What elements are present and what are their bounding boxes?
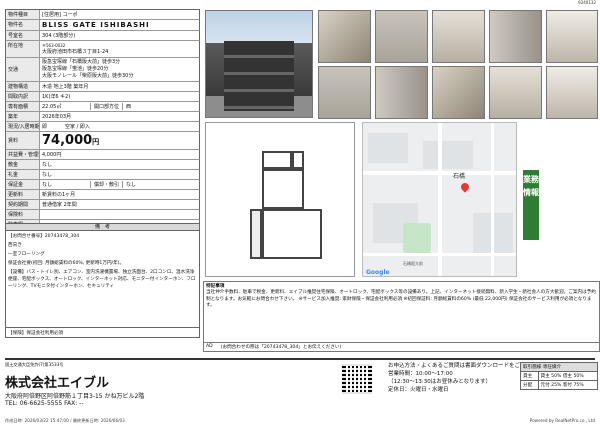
ad-label: AD xyxy=(206,344,213,349)
location-label: 所在地 xyxy=(6,41,40,57)
guarantee-value: なし xyxy=(42,182,53,188)
room-photo[interactable] xyxy=(375,10,428,63)
business-info-tab[interactable]: 業務情報 xyxy=(523,170,539,240)
conditions-label: 貸主 xyxy=(520,371,539,381)
area-map[interactable]: 石橋 石橋阪大前 Google xyxy=(362,122,517,277)
rent-unit: 円 xyxy=(92,138,100,146)
type-value: [住居用] コーポ xyxy=(42,12,78,18)
ad-text: (お問合わせの際は「20743478_304」とお伝えください) xyxy=(220,345,342,350)
remarks-line: 【お問合せ番号】20743478_304 xyxy=(8,234,80,239)
renew-value: 新賃料の1ヶ月 xyxy=(42,192,76,198)
kitchen xyxy=(262,169,304,209)
building-photo[interactable] xyxy=(205,10,313,118)
company-address: 大阪府阿倍野区阿倍野筋１丁目3-15 かね万ビル2階 xyxy=(5,393,145,400)
document-id: 9240132 xyxy=(578,0,596,5)
built-value: 2026年03月 xyxy=(42,114,72,120)
conditions-label: 分配 xyxy=(520,380,539,390)
room-photo[interactable] xyxy=(546,66,598,119)
room-photo[interactable] xyxy=(432,10,485,63)
created-date: 作成日時: 2026/03/22 15:47:00 / 最終更新日時: 2026… xyxy=(5,418,125,423)
room-photo[interactable] xyxy=(432,66,485,119)
guarantee-label: 保証金 xyxy=(6,180,40,189)
area-label: 専有面積 xyxy=(6,102,40,111)
conditions-title: 取引態様 専任媒介 xyxy=(520,362,598,372)
key-money-value: なし xyxy=(42,172,53,178)
traffic-label: 交通 xyxy=(6,58,40,81)
room-photo[interactable] xyxy=(489,10,542,63)
room-photo[interactable] xyxy=(546,10,598,63)
powered-by: Powered by RealNetPro.co., Ltd xyxy=(529,418,595,423)
room-photo[interactable] xyxy=(375,66,428,119)
amort-label: 償却・敷引 xyxy=(90,181,122,188)
map-place-label: 石橋 xyxy=(453,173,466,180)
status-value: 即 xyxy=(42,124,48,130)
traffic-line: 阪急宝塚線「蛍池」徒歩20分 xyxy=(42,66,109,72)
notes-text: 当社仲介手数料、駐車で税金、更新料、エイブル推奨住宅保険、オートロック、宅配ボッ… xyxy=(206,290,596,308)
ad-row: AD (お問合わせの際は「20743478_304」とお伝えください) xyxy=(203,343,600,352)
map-credit: Google xyxy=(366,269,390,276)
mgmt-value: 4,000円 xyxy=(42,152,62,158)
structure-value: 木造 地上3階 築年月 xyxy=(42,84,89,90)
insurance-label: 保険料 xyxy=(6,210,40,219)
insurance-value xyxy=(40,210,199,219)
layout-label: 間取内訳 xyxy=(6,92,40,101)
area-value: 22.05㎡ xyxy=(42,104,62,110)
contract-label: 契約期間 xyxy=(6,200,40,209)
property-table: 物件種目 [住居用] コーポ 物件名 BLISS GATE ISHIBASHI 号室… xyxy=(5,9,200,230)
amort-value: なし xyxy=(122,181,139,188)
contract-value: 普通借家 2年間 xyxy=(42,202,77,208)
special-notes: 特記事項 当社仲介手数料、駐車で税金、更新料、エイブル推奨住宅保険、オートロック… xyxy=(203,281,600,343)
property-name: BLISS GATE ISHIBASHI xyxy=(42,21,150,29)
room-photo[interactable] xyxy=(318,66,371,119)
transaction-conditions: 取引態様 専任媒介 貸主 貸主 50% 借主 50% 分配 元付 25% 客付 75… xyxy=(520,362,599,390)
room-label: 号室名 xyxy=(6,31,40,40)
insurance-note: 【保険】保証会社利用必須 xyxy=(5,328,200,338)
layout-value: 1K(洋6 キ2) xyxy=(42,94,71,100)
room-photo[interactable] xyxy=(489,66,542,119)
license-number: 国土交通大臣免許(7)第3533号 xyxy=(5,362,64,367)
built-label: 築年 xyxy=(6,112,40,121)
aperture-value: 西 xyxy=(122,103,134,110)
conditions-value: 元付 25% 客付 75% xyxy=(537,380,599,390)
floor-plan xyxy=(205,122,355,277)
conditions-value: 貸主 50% 借主 50% xyxy=(537,371,599,381)
room-photo[interactable] xyxy=(318,10,371,63)
balcony xyxy=(250,209,262,259)
remarks-box: 【お問合せ番号】20743478_304 西向き 一室フローリング 保証会社要(… xyxy=(5,231,200,328)
western-room xyxy=(262,209,322,259)
rent-value: 74,000 xyxy=(42,133,93,148)
location-pin-icon[interactable] xyxy=(459,181,471,193)
rent-label: 賃料 xyxy=(6,132,40,149)
room-value: 304 (3階部分) xyxy=(42,33,76,39)
remarks-line: 西向き xyxy=(8,243,22,248)
address: 大阪府池田市石橋３丁目1-24 xyxy=(42,49,109,55)
aperture-label: 開口部方位 xyxy=(90,103,122,110)
renew-label: 更新料 xyxy=(6,190,40,199)
remarks-line: 【設備】バス・トイレ別、エアコン、室内洗濯機置場、独立洗面台、2口コンロ、温水洗… xyxy=(8,270,196,289)
deposit-label: 敷金 xyxy=(6,160,40,169)
status-label: 現況/入居時期 xyxy=(6,122,40,131)
toilet xyxy=(292,151,304,169)
name-label: 物件名 xyxy=(6,20,40,30)
company-tel: TEL: 06-6625-5555 FAX: -- xyxy=(5,400,84,407)
map-station-label: 石橋阪大前 xyxy=(403,261,423,266)
status-options: 空家 / 即入 xyxy=(65,124,90,130)
company-name: 株式会社エイブル xyxy=(5,376,110,391)
deposit-value: なし xyxy=(42,162,53,168)
traffic-line: 阪急宝塚線「石橋阪大前」徒歩3分 xyxy=(42,59,121,65)
structure-label: 建物構造 xyxy=(6,82,40,91)
bath-room xyxy=(262,151,292,169)
remarks-line: 一室フローリング xyxy=(8,252,45,257)
type-label: 物件種目 xyxy=(6,10,40,19)
key-money-label: 礼金 xyxy=(6,170,40,179)
traffic-line: 大阪モノレール「柴原阪大前」徒歩30分 xyxy=(42,73,134,79)
postcode: 〒563-0032 xyxy=(42,43,66,48)
mgmt-label: 共益費・管理費 xyxy=(6,150,40,159)
remarks-line: 保証会社要(初回: 月額総賃料の60%, 更新時1万円/年)。 xyxy=(8,261,125,266)
remarks-header: 備 考 xyxy=(5,223,200,231)
footer-meta: 作成日時: 2026/03/22 15:47:00 / 最終更新日時: 2026… xyxy=(5,418,595,424)
